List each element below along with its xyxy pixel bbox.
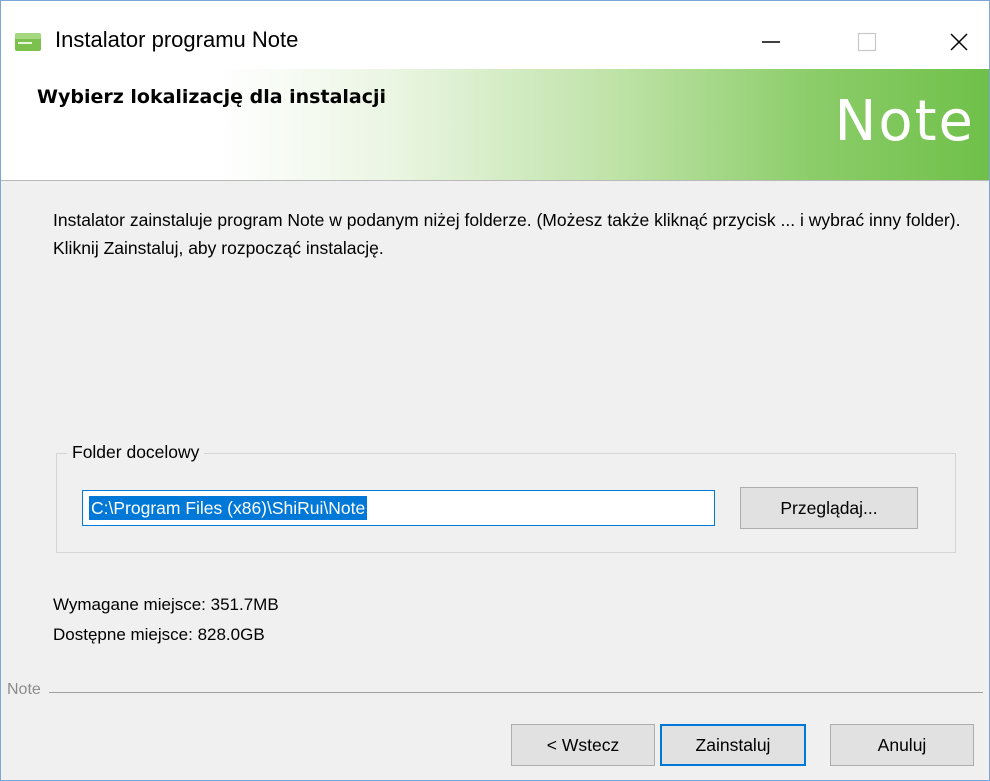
back-button[interactable]: < Wstecz xyxy=(511,724,655,766)
window-title: Instalator programu Note xyxy=(55,27,299,52)
branding-line: Note xyxy=(7,681,983,703)
branding-divider xyxy=(7,692,983,693)
cancel-button[interactable]: Anuluj xyxy=(830,724,974,766)
destination-path-input[interactable]: C:\Program Files (x86)\ShiRui\Note xyxy=(82,490,715,526)
maximize-button[interactable] xyxy=(837,15,897,69)
page-title: Wybierz lokalizację dla instalacji xyxy=(37,86,387,108)
brand-logo: Note xyxy=(834,89,975,154)
destination-path-selected-text: C:\Program Files (x86)\ShiRui\Note xyxy=(89,496,368,520)
space-required: Wymagane miejsce: 351.7MB xyxy=(53,595,279,614)
maximize-icon xyxy=(857,32,877,52)
close-icon xyxy=(950,33,968,51)
close-button[interactable] xyxy=(929,15,989,69)
space-available: Dostępne miejsce: 828.0GB xyxy=(53,625,265,644)
minimize-button[interactable] xyxy=(741,15,801,69)
note-app-icon xyxy=(15,31,41,51)
branding-text: Note xyxy=(7,681,49,699)
destination-folder-label: Folder docelowy xyxy=(67,442,205,463)
install-description: Instalator zainstaluje program Note w po… xyxy=(53,210,961,258)
browse-button[interactable]: Przeglądaj... xyxy=(740,487,918,529)
install-button[interactable]: Zainstaluj xyxy=(660,724,806,766)
minimize-icon xyxy=(762,41,780,43)
header-banner: Wybierz lokalizację dla instalacji Note xyxy=(1,69,989,181)
installer-window: Instalator programu Note Wybierz lokaliz… xyxy=(0,0,990,781)
